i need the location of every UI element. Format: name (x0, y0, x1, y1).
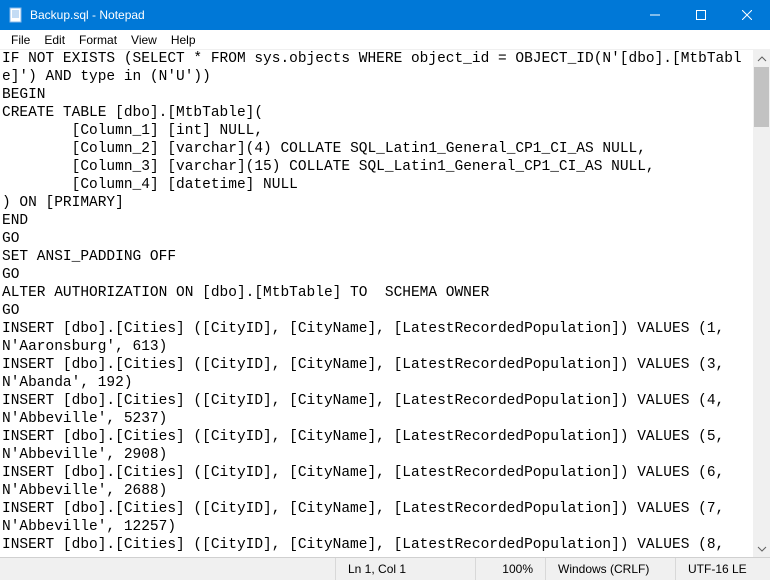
editor-area: IF NOT EXISTS (SELECT * FROM sys.objects… (0, 50, 770, 557)
menu-bar: File Edit Format View Help (0, 30, 770, 50)
status-line-ending: Windows (CRLF) (545, 558, 675, 580)
scroll-thumb[interactable] (754, 67, 769, 127)
vertical-scrollbar[interactable] (753, 50, 770, 557)
minimize-button[interactable] (632, 0, 678, 30)
scroll-down-arrow-icon[interactable] (753, 540, 770, 557)
status-encoding: UTF-16 LE (675, 558, 770, 580)
status-bar: Ln 1, Col 1 100% Windows (CRLF) UTF-16 L… (0, 557, 770, 580)
window-title: Backup.sql - Notepad (30, 8, 632, 22)
text-editor[interactable]: IF NOT EXISTS (SELECT * FROM sys.objects… (0, 50, 753, 557)
menu-help[interactable]: Help (164, 32, 203, 48)
maximize-button[interactable] (678, 0, 724, 30)
close-button[interactable] (724, 0, 770, 30)
menu-format[interactable]: Format (72, 32, 124, 48)
status-zoom: 100% (475, 558, 545, 580)
window-controls (632, 0, 770, 30)
title-bar: Backup.sql - Notepad (0, 0, 770, 30)
notepad-icon (8, 7, 24, 23)
menu-file[interactable]: File (4, 32, 37, 48)
status-spacer (0, 558, 335, 580)
scroll-up-arrow-icon[interactable] (753, 50, 770, 67)
status-cursor-position: Ln 1, Col 1 (335, 558, 475, 580)
menu-edit[interactable]: Edit (37, 32, 72, 48)
scroll-track[interactable] (753, 67, 770, 540)
menu-view[interactable]: View (124, 32, 164, 48)
